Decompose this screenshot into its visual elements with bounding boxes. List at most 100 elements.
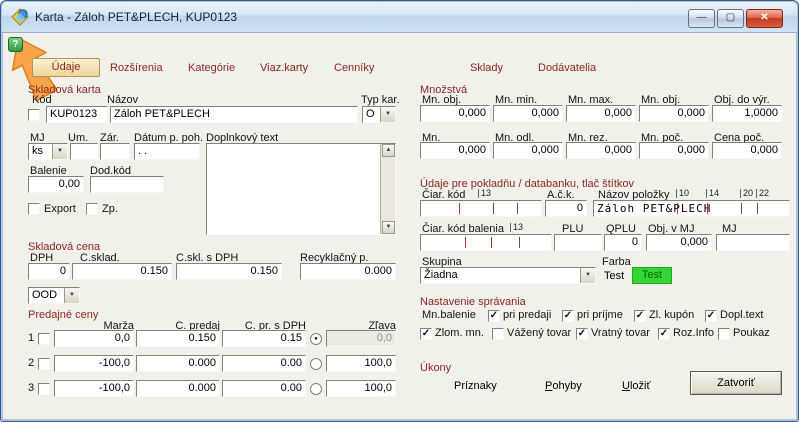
vazeny-tovar-checkbox[interactable] [492,328,504,340]
tab-udaje[interactable]: Údaje [32,58,100,77]
scroll-down-icon[interactable]: ▼ [382,221,395,234]
vratny-tovar-label: Vratný tovar [591,327,650,339]
kod-field[interactable]: KUP0123 [46,106,108,123]
minimize-button[interactable]: — [688,9,715,28]
doplnkovy-text-area[interactable]: ▲ ▼ [206,143,396,235]
pri-predaji-checkbox[interactable]: ✓ [488,310,500,322]
poukaz-checkbox[interactable] [718,328,730,340]
mn-min-field[interactable]: 0,000 [493,105,563,122]
marza-field[interactable]: 0,0 [54,330,134,347]
mn-max-field[interactable]: 0,000 [566,105,636,122]
marza-field[interactable]: -100,0 [54,355,134,372]
chevron-down-icon[interactable]: ▼ [52,144,67,159]
zp-checkbox[interactable] [86,203,98,215]
ulozit-button[interactable]: Uložiť [622,380,651,392]
marza-field[interactable]: -100,0 [54,380,134,397]
ciar-kod-balenia-field[interactable] [420,234,552,251]
price-row-checkbox[interactable] [38,358,50,370]
mn-poc-field[interactable]: 0,000 [639,142,709,159]
cena-poc-field[interactable]: 0,000 [712,142,782,159]
dph-field[interactable]: 0 [28,263,70,280]
tab-dodavatelia[interactable]: Dodávatelia [538,62,596,74]
export-checkbox[interactable] [28,203,40,215]
zar-field[interactable] [100,143,130,160]
nazov-field[interactable]: Záloh PET&PLECH [110,106,358,123]
ood-combo[interactable]: OOD ▼ [28,287,80,304]
predaj-field[interactable]: 0.150 [136,330,220,347]
roz-info-label: Roz.Info [673,327,714,339]
sdph-field[interactable]: 0.00 [222,355,306,372]
obj-do-vyr-field[interactable]: 1,0000 [712,105,782,122]
tab-sklady[interactable]: Sklady [470,62,503,74]
mn-rez-field[interactable]: 0,000 [566,142,636,159]
zlava-field[interactable]: 0,0 [326,330,396,347]
zlom-mn-checkbox[interactable]: ✓ [420,328,432,340]
dialog-body: ? Údaje Rozšírenia Kategórie Viaz.karty … [4,32,795,418]
kod-label: Kód [32,94,52,106]
maximize-button[interactable]: ▢ [717,9,744,28]
barcode-tick [677,203,678,214]
cskl-sdph-field[interactable]: 0.150 [176,263,282,280]
roz-info-checkbox[interactable]: ✓ [658,328,670,340]
priznaky-button[interactable]: Príznaky [454,380,497,392]
section-nastavenie: Nastavenie správania [420,296,526,308]
mn-obj-field[interactable]: 0,000 [420,105,490,122]
mn-odl-field[interactable]: 0,000 [493,142,563,159]
vratny-tovar-checkbox[interactable]: ✓ [576,328,588,340]
scroll-up-icon[interactable]: ▲ [382,144,395,157]
ack-field[interactable]: 0 [545,200,587,217]
price-row-radio[interactable]: ● [310,333,322,345]
predaj-field[interactable]: 0.000 [136,380,220,397]
zlava-field[interactable]: 100,0 [326,380,396,397]
dopl-text-checkbox[interactable]: ✓ [705,310,717,322]
mj-combo[interactable]: ks ▼ [28,143,68,160]
tab-viaz-karty[interactable]: Viaz.karty [260,62,308,74]
datum-field[interactable]: . . [134,143,200,160]
mn-field[interactable]: 0,000 [420,142,490,159]
zp-label: Zp. [102,203,118,215]
farba-test-swatch[interactable]: Test [632,267,672,284]
price-row-checkbox[interactable] [38,383,50,395]
mj2-field[interactable] [716,234,790,251]
pri-prijme-label: pri príjme [577,309,623,321]
zl-kupon-checkbox[interactable]: ✓ [634,310,646,322]
chevron-down-icon[interactable]: ▼ [64,288,79,303]
maximize-icon: ▢ [718,10,743,26]
obj-v-mj-field[interactable]: 0,000 [646,234,712,251]
chevron-down-icon[interactable]: ▼ [380,107,395,122]
test-button[interactable]: Test [604,270,624,282]
mn-obj2-field[interactable]: 0,000 [639,105,709,122]
scrollbar[interactable]: ▲ ▼ [380,144,395,234]
help-button[interactable]: ? [8,37,23,52]
tab-rozsirenia[interactable]: Rozšírenia [110,62,163,74]
chevron-down-icon[interactable]: ▼ [580,268,595,283]
recykl-field[interactable]: 0.000 [300,263,396,280]
price-row-radio[interactable] [310,358,322,370]
kod-checkbox[interactable] [28,109,40,121]
price-row-radio[interactable] [310,383,322,395]
price-row-checkbox[interactable] [38,333,50,345]
balenie-field[interactable]: 0,00 [28,176,84,193]
tab-cenniky[interactable]: Cenníky [334,62,374,74]
um-field[interactable] [70,143,98,160]
typ-kar-combo[interactable]: O ▼ [362,106,396,123]
plu-field[interactable] [554,234,602,251]
dodkod-field[interactable] [90,176,164,193]
csklad-field[interactable]: 0.150 [72,263,172,280]
nazov-polozky-field[interactable]: Záloh PET&PLECH [593,200,790,217]
sdph-field[interactable]: 0.00 [222,380,306,397]
close-button[interactable]: ✕ [746,9,783,28]
ciar-kod-field[interactable] [420,200,542,217]
tab-kategorie[interactable]: Kategórie [188,62,235,74]
zatvorit-button[interactable]: Zatvoriť [690,371,782,395]
pohyby-button[interactable]: Pohyby [545,380,582,392]
ruler-number: 22 [756,189,769,198]
screenshot: Karta - Záloh PET&PLECH, KUP0123 — ▢ ✕ ?… [0,0,799,422]
window: Karta - Záloh PET&PLECH, KUP0123 — ▢ ✕ ?… [0,0,799,422]
qplu-field[interactable]: 0 [604,234,642,251]
zlava-field[interactable]: 100,0 [326,355,396,372]
sdph-field[interactable]: 0.15 [222,330,306,347]
predaj-field[interactable]: 0.000 [136,355,220,372]
pri-prijme-checkbox[interactable]: ✓ [562,310,574,322]
skupina-combo[interactable]: Žiadna ▼ [420,267,596,284]
